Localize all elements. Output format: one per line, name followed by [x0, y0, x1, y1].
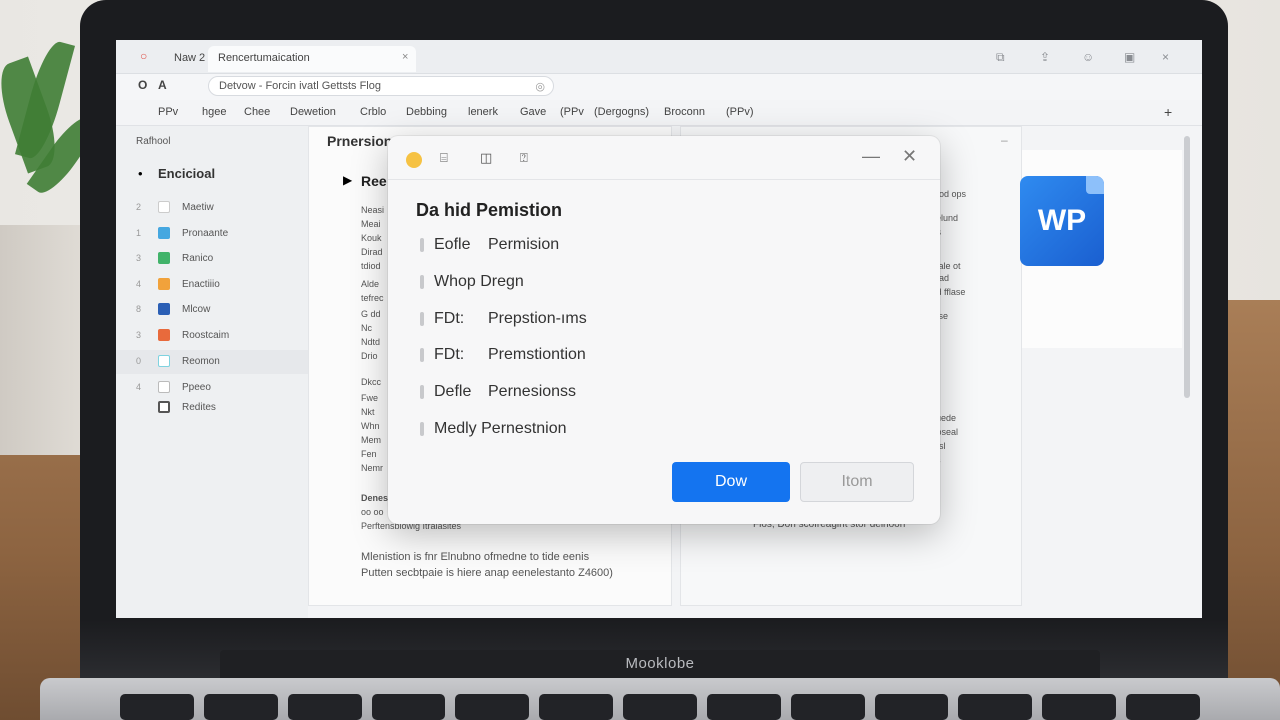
menu-item[interactable]: Gave	[520, 106, 546, 118]
document-title: Prnersion	[327, 133, 393, 149]
sidebar-item[interactable]: 4 Enactiiio	[116, 273, 308, 297]
scrollbar[interactable]	[1184, 136, 1190, 398]
menu-item[interactable]: Crblo	[360, 106, 386, 118]
dialog-toolbar: ⌸ ◫ ⍰ — ✕	[388, 136, 940, 180]
keyboard-row	[120, 694, 1200, 720]
add-icon[interactable]: +	[1164, 104, 1172, 120]
menu-item[interactable]: Chee	[244, 106, 270, 118]
sidebar-item[interactable]: 3 Roostcaim	[116, 324, 308, 348]
row-marker	[420, 348, 424, 362]
profile-icon[interactable]: ☺	[1082, 50, 1094, 64]
dialog-title: Da hid Pemistion	[416, 200, 563, 220]
menu-item[interactable]: (PPv)	[726, 106, 754, 118]
address-bar-row: O A Detvow - Forcin ivatl Gettsts Flog ◎	[116, 74, 1202, 100]
expand-icon[interactable]: ▶	[343, 173, 352, 187]
row-marker	[420, 275, 424, 289]
menu-item[interactable]: lenerk	[468, 106, 498, 118]
sidebar-item[interactable]: 0 Reomon	[116, 350, 308, 374]
sidebar-item[interactable]: 8 Mlcow	[116, 298, 308, 322]
menu-item[interactable]: (Dergogns)	[594, 106, 649, 118]
record-icon[interactable]: ○	[140, 49, 147, 63]
laptop-screen: ○ Naw 2 Rencertumaication × ⧉ ⇪ ☺ ▣ × O …	[116, 40, 1202, 618]
sidebar-item[interactable]: 2 Maetiw	[116, 196, 308, 220]
wp-icon-fold	[1086, 176, 1104, 194]
laptop-brand: Mooklobe	[625, 655, 695, 672]
sidebar-item[interactable]: 3 Ranico	[116, 247, 308, 271]
confirm-button[interactable]: Dow	[672, 462, 790, 502]
tab-close-icon[interactable]: ×	[402, 51, 408, 63]
file-icon	[158, 201, 170, 213]
menu-bar: PPv hgee Chee Dewetion Crblo Debbing len…	[116, 100, 1202, 126]
menu-item[interactable]: Broconn	[664, 106, 705, 118]
book-icon[interactable]: ◫	[480, 150, 492, 166]
window-close-icon[interactable]: ×	[1162, 50, 1169, 64]
menu-item[interactable]: PPv	[158, 106, 178, 118]
document-subtitle: Ree	[361, 173, 387, 189]
app-icon	[158, 227, 170, 239]
tab-active[interactable]: Rencertumaication ×	[208, 46, 416, 72]
sidebar-item[interactable]: 1 Pronaante	[116, 222, 308, 246]
refresh-icon[interactable]: ◎	[535, 80, 545, 93]
app-icon	[158, 329, 170, 341]
tab-bar: ○ Naw 2 Rencertumaication × ⧉ ⇪ ☺ ▣ ×	[116, 40, 1202, 74]
app-icon	[158, 355, 170, 367]
minimize-icon[interactable]: —	[862, 146, 880, 167]
share-icon[interactable]: ⇪	[1040, 50, 1050, 64]
app-icon	[158, 381, 170, 393]
row-marker	[420, 312, 424, 326]
app-icon	[158, 252, 170, 264]
menu-item[interactable]: Dewetion	[290, 106, 336, 118]
url-input[interactable]: Detvow - Forcin ivatl Gettsts Flog ◎	[208, 76, 554, 96]
sidebar-header: Rafhool	[136, 136, 171, 147]
font-button[interactable]: A	[158, 78, 167, 92]
sidebar-section-title[interactable]: Encicioal	[158, 166, 215, 181]
app-icon	[158, 303, 170, 315]
row-marker	[420, 238, 424, 252]
menu-item[interactable]: hgee	[202, 106, 226, 118]
tag-icon[interactable]: ⍰	[520, 150, 528, 166]
close-icon[interactable]: ✕	[902, 146, 917, 167]
app-icon	[158, 278, 170, 290]
image-icon[interactable]: ⌸	[440, 150, 448, 166]
status-dot-icon	[406, 152, 422, 168]
sidebar-item[interactable]: Redites	[116, 396, 308, 420]
app-icon	[158, 401, 170, 413]
extensions-icon[interactable]: ▣	[1124, 50, 1135, 64]
window-tile-icon[interactable]: ⧉	[996, 50, 1005, 65]
permission-dialog: ⌸ ◫ ⍰ — ✕ Da hid Pemistion Eofle Permisi…	[388, 136, 940, 524]
secondary-button[interactable]: Itom	[800, 462, 914, 502]
panel-minimize-icon[interactable]: –	[1001, 133, 1008, 147]
home-button[interactable]: O	[138, 78, 147, 92]
menu-item[interactable]: (PPv	[560, 106, 584, 118]
row-marker	[420, 385, 424, 399]
menu-item[interactable]: Debbing	[406, 106, 447, 118]
row-marker	[420, 422, 424, 436]
bullet-icon: •	[138, 166, 143, 181]
